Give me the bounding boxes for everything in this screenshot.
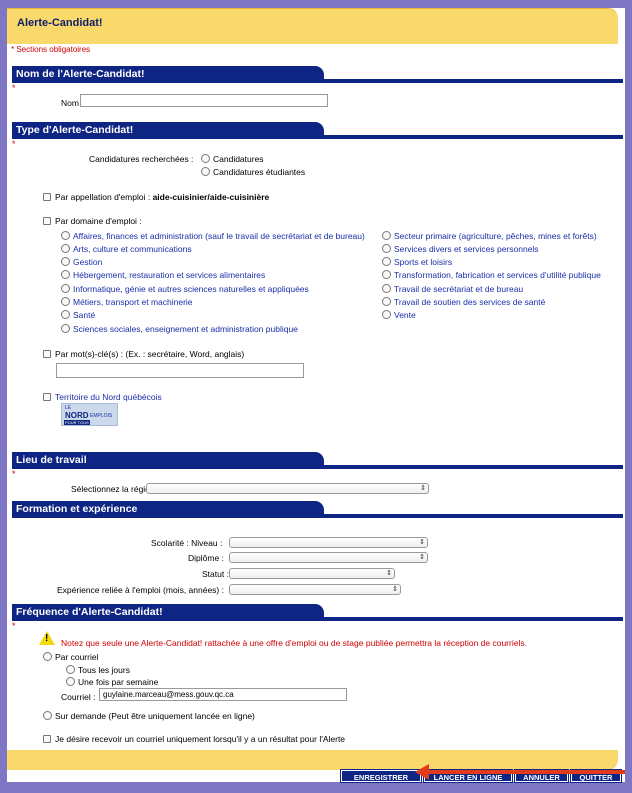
annotation-arrowhead bbox=[415, 764, 429, 780]
diplome-select[interactable]: ⇕ bbox=[229, 552, 428, 563]
required-star: * bbox=[12, 621, 16, 631]
select-arrows-icon: ⇕ bbox=[392, 586, 398, 593]
appellation-option[interactable]: Par appellation d'emploi : aide-cuisinie… bbox=[43, 192, 269, 202]
warning-icon bbox=[39, 631, 55, 645]
enregistrer-button[interactable]: ENREGISTRER bbox=[340, 769, 422, 783]
section-header-type: Type d'Alerte-Candidat! bbox=[12, 122, 623, 139]
radio-sur-demande[interactable]: Sur demande (Peut être uniquement lancée… bbox=[43, 711, 255, 721]
candidatures-label: Candidatures recherchées : bbox=[89, 154, 194, 164]
checkbox-icon[interactable] bbox=[43, 217, 51, 225]
domaine-option[interactable]: Par domaine d'emploi : bbox=[43, 216, 142, 226]
motcle-option[interactable]: Par mot(s)-clé(s) : (Ex. : secrétaire, W… bbox=[43, 349, 244, 359]
checkbox-icon[interactable] bbox=[43, 735, 51, 743]
statut-label: Statut : bbox=[202, 569, 229, 579]
resultat-option[interactable]: Je désire recevoir un courriel uniquemen… bbox=[43, 734, 345, 744]
domaine-item[interactable]: Services divers et services personnels bbox=[382, 244, 539, 254]
section-header-formation: Formation et expérience bbox=[12, 501, 623, 518]
domaine-item[interactable]: Affaires, finances et administration (sa… bbox=[61, 231, 365, 241]
radio-tous-jours[interactable]: Tous les jours bbox=[66, 665, 130, 675]
region-select[interactable]: ⇕ bbox=[146, 483, 429, 494]
domaine-item[interactable]: Métiers, transport et machinerie bbox=[61, 297, 193, 307]
radio-icon[interactable] bbox=[201, 167, 210, 176]
title-bar: Alerte-Candidat! bbox=[7, 8, 618, 44]
checkbox-icon[interactable] bbox=[43, 350, 51, 358]
domaine-item[interactable]: Travail de soutien des services de santé bbox=[382, 297, 545, 307]
statut-select[interactable]: ⇕ bbox=[229, 568, 395, 579]
domaine-item[interactable]: Santé bbox=[61, 310, 95, 320]
nord-option[interactable]: Territoire du Nord québécois bbox=[43, 392, 162, 402]
required-star: * bbox=[12, 83, 16, 93]
section-header-lieu: Lieu de travail bbox=[12, 452, 623, 469]
domaine-item[interactable]: Arts, culture et communications bbox=[61, 244, 192, 254]
radio-une-fois[interactable]: Une fois par semaine bbox=[66, 677, 158, 687]
section-header-nom: Nom de l'Alerte-Candidat! bbox=[12, 66, 623, 83]
mandatory-note: * Sections obligatoires bbox=[11, 45, 91, 54]
required-star: * bbox=[12, 469, 16, 479]
courriel-input[interactable]: guylaine.marceau@mess.gouv.qc.ca bbox=[99, 688, 347, 701]
checkbox-icon[interactable] bbox=[43, 193, 51, 201]
bottom-bar bbox=[7, 750, 618, 770]
select-arrows-icon: ⇕ bbox=[386, 570, 392, 577]
radio-candidatures-etudiantes[interactable]: Candidatures étudiantes bbox=[201, 167, 305, 177]
select-arrows-icon: ⇕ bbox=[419, 554, 425, 561]
experience-select[interactable]: ⇕ bbox=[229, 584, 401, 595]
domaine-item[interactable]: Gestion bbox=[61, 257, 102, 267]
annotation-arrow bbox=[425, 770, 625, 774]
domaine-item[interactable]: Transformation, fabrication et services … bbox=[382, 270, 601, 280]
form-frame: Alerte-Candidat! * Sections obligatoires… bbox=[7, 8, 625, 783]
domaine-item[interactable]: Vente bbox=[382, 310, 416, 320]
domaine-item[interactable]: Travail de secrétariat et de bureau bbox=[382, 284, 523, 294]
nom-input[interactable] bbox=[80, 94, 328, 107]
checkbox-icon[interactable] bbox=[43, 393, 51, 401]
scolarite-label: Scolarité : Niveau : bbox=[151, 538, 223, 548]
select-arrows-icon: ⇕ bbox=[419, 539, 425, 546]
motcle-input[interactable] bbox=[56, 363, 304, 378]
domaine-item[interactable]: Informatique, génie et autres sciences n… bbox=[61, 284, 309, 294]
required-star: * bbox=[12, 139, 16, 149]
radio-par-courriel[interactable]: Par courriel bbox=[43, 652, 98, 662]
select-arrows-icon: ⇕ bbox=[420, 485, 426, 492]
diplome-label: Diplôme : bbox=[188, 553, 224, 563]
radio-icon[interactable] bbox=[201, 154, 210, 163]
domaine-item[interactable]: Sciences sociales, enseignement et admin… bbox=[61, 324, 298, 334]
warning-text: Notez que seule une Alerte-Candidat! rat… bbox=[61, 638, 527, 648]
page-title: Alerte-Candidat! bbox=[17, 17, 103, 29]
radio-candidatures[interactable]: Candidatures bbox=[201, 154, 264, 164]
experience-label: Expérience reliée à l'emploi (mois, anné… bbox=[57, 585, 224, 595]
domaine-item[interactable]: Sports et loisirs bbox=[382, 257, 452, 267]
nord-logo: LE NORD EMPLOIS POUR TOUS bbox=[61, 403, 118, 426]
domaine-item[interactable]: Secteur primaire (agriculture, pêches, m… bbox=[382, 231, 597, 241]
courriel-label: Courriel : bbox=[61, 692, 96, 702]
domaine-item[interactable]: Hébergement, restauration et services al… bbox=[61, 270, 265, 280]
section-header-frequence: Fréquence d'Alerte-Candidat! bbox=[12, 604, 623, 621]
scolarite-select[interactable]: ⇕ bbox=[229, 537, 428, 548]
